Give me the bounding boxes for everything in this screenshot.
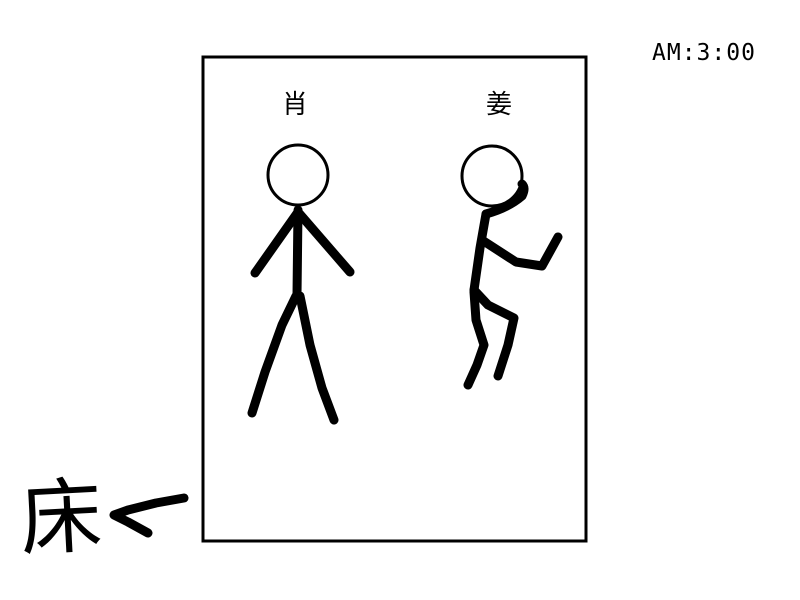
drawing-canvas: [109, 55, 588, 543]
right-figure-bent-arm: [477, 232, 563, 271]
left-figure-arms: [250, 207, 355, 278]
right-figure-body: [469, 209, 491, 295]
clock-time: AM:3:00: [652, 40, 756, 66]
left-figure-right-leg: [295, 291, 339, 425]
left-figure-head: [266, 143, 330, 207]
floor-label: 床: [17, 468, 105, 569]
bed-frame: [201, 55, 588, 543]
left-figure-body: [292, 205, 303, 300]
arrow-icon: [109, 493, 189, 538]
right-stick-figure: [460, 144, 563, 390]
left-figure-left-leg: [247, 291, 301, 418]
right-figure-head: [460, 144, 524, 208]
right-figure-name: 姜: [486, 90, 513, 120]
left-figure-name: 肖: [282, 90, 309, 120]
left-stick-figure: [247, 143, 355, 425]
right-figure-other-leg: [463, 287, 489, 390]
